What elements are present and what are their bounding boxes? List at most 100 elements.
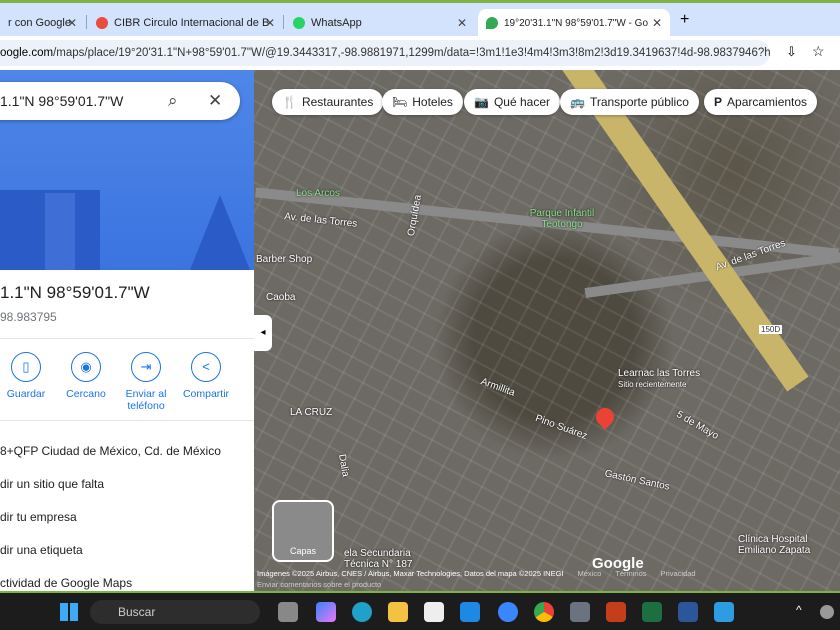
layers-button[interactable]: Capas [272, 500, 334, 562]
camera-icon: 📷 [474, 95, 489, 109]
map-label: Pino Suárez [533, 413, 589, 442]
plus-code-row[interactable]: 8+QFP Ciudad de México, Cd. de México [0, 444, 221, 458]
tab-label: 19°20'31.1"N 98°59'01.7"W - Go [504, 17, 648, 29]
restaurant-icon: 🍴 [282, 95, 297, 109]
address-bar: oogle.com/maps/place/19°20'31.1"N+98°59'… [0, 36, 840, 70]
add-missing-place-row[interactable]: dir un sitio que falta [0, 477, 104, 491]
map-attribution: Imágenes ©2025 Airbus, CNES / Airbus, Ma… [254, 569, 840, 578]
chip-parking[interactable]: P Aparcamientos [704, 89, 818, 115]
map-label: Orquídea [405, 194, 424, 237]
calculator-icon[interactable] [570, 602, 590, 622]
edge-icon[interactable] [352, 602, 372, 622]
maps-activity-row[interactable]: ctividad de Google Maps [0, 576, 132, 590]
search-input[interactable]: 1.1"N 98°59'01.7"W [0, 93, 123, 109]
install-icon[interactable]: ⇩ [786, 44, 797, 60]
parking-icon: P [714, 95, 723, 109]
cibr-icon [96, 17, 108, 29]
map-label: Dalia [336, 453, 351, 478]
powerpoint-icon[interactable] [606, 602, 626, 622]
add-label-row[interactable]: dir una etiqueta [0, 543, 83, 557]
chip-label: Transporte público [589, 95, 689, 109]
map-label[interactable]: ela Secundaria Técnica N° 187 [344, 548, 414, 570]
word-icon[interactable] [678, 602, 698, 622]
nearby-icon: ◉ [71, 352, 101, 382]
photos-icon[interactable] [714, 602, 734, 622]
chrome-icon[interactable] [534, 602, 554, 622]
url-path: /maps/place/19°20'31.1"N+98°59'01.7"W/@1… [53, 47, 770, 59]
terms-link[interactable]: Términos [615, 569, 646, 578]
chevron-up-icon[interactable]: ^ [796, 603, 802, 617]
satellite-map[interactable]: 🍴 Restaurantes 🛏 Hoteles 📷 Qué hacer 🚌 Trans… [254, 70, 840, 591]
close-icon[interactable]: ✕ [652, 16, 662, 30]
taskbar-search[interactable]: Buscar [90, 600, 260, 624]
highway-shield: 150D [759, 325, 783, 334]
tab-cibr[interactable]: CIBR Circulo Internacional de B ✕ [88, 9, 283, 37]
chip-things-to-do[interactable]: 📷 Qué hacer [464, 89, 560, 115]
excel-icon[interactable] [642, 602, 662, 622]
whatsapp-icon [293, 17, 305, 29]
close-icon[interactable]: ✕ [208, 82, 222, 120]
tab-label: CIBR Circulo Internacional de B [114, 17, 270, 29]
action-label: Cercano [66, 388, 106, 400]
map-label[interactable]: Barber Shop [256, 254, 312, 265]
new-tab-button[interactable]: + [680, 11, 689, 29]
maps-icon [486, 17, 498, 29]
close-icon[interactable]: ✕ [457, 16, 467, 30]
attribution-text: Imágenes ©2025 Airbus, CNES / Airbus, Ma… [257, 569, 564, 578]
feedback-link[interactable]: Enviar comentarios sobre el producto [257, 580, 381, 589]
copilot-icon[interactable] [316, 602, 336, 622]
tab-label: r con Google [8, 17, 71, 29]
send-to-phone-button[interactable]: ⇥ Enviar al teléfono [116, 352, 176, 412]
collapse-panel-button[interactable]: ◂ [254, 315, 272, 351]
share-icon: < [191, 352, 221, 382]
map-label[interactable]: Los Arcos [296, 188, 340, 199]
tab-maps[interactable]: 19°20'31.1"N 98°59'01.7"W - Go ✕ [478, 9, 670, 37]
location-pin-icon[interactable] [592, 404, 618, 430]
send-to-phone-icon: ⇥ [131, 352, 161, 382]
tab-label: WhatsApp [311, 17, 362, 29]
bookmark-icon: ▯ [11, 352, 41, 382]
chip-hotels[interactable]: 🛏 Hoteles [382, 89, 463, 115]
action-label: Enviar al teléfono [125, 388, 167, 412]
chip-label: Restaurantes [301, 95, 374, 109]
bus-icon: 🚌 [570, 95, 585, 109]
map-label: Gastón Santos [603, 468, 671, 493]
chip-transit[interactable]: 🚌 Transporte público [560, 89, 699, 115]
map-label: Av. de las Torres [283, 211, 358, 230]
taskbar-search-label: Buscar [118, 605, 156, 619]
action-label: Compartir [182, 388, 230, 400]
tab-bar: r con Google ✕ CIBR Circulo Internacional… [0, 0, 840, 37]
star-icon[interactable]: ☆ [812, 43, 825, 60]
store-icon[interactable] [424, 602, 444, 622]
file-explorer-icon[interactable] [388, 602, 408, 622]
map-label: 5 de Mayo [674, 409, 721, 442]
chip-restaurants[interactable]: 🍴 Restaurantes [272, 89, 384, 115]
tab-google[interactable]: r con Google ✕ [0, 9, 85, 37]
map-label[interactable]: Clínica Hospital Emiliano Zapata [738, 534, 838, 556]
map-label[interactable]: Learnac las Torres [618, 368, 700, 379]
nearby-button[interactable]: ◉ Cercano [56, 352, 116, 400]
url-input[interactable]: oogle.com/maps/place/19°20'31.1"N+98°59'… [0, 40, 770, 66]
search-icon[interactable]: ⌕ [168, 82, 178, 120]
map-label[interactable]: Parque Infantil Teotongo [522, 208, 602, 230]
layers-label: Capas [289, 546, 316, 556]
country-link[interactable]: México [578, 569, 602, 578]
privacy-link[interactable]: Privacidad [661, 569, 696, 578]
tab-whatsapp[interactable]: WhatsApp ✕ [285, 9, 475, 37]
network-icon[interactable] [820, 605, 834, 619]
task-view-icon[interactable] [278, 602, 298, 622]
hotel-icon: 🛏 [392, 95, 408, 109]
search-box[interactable]: 1.1"N 98°59'01.7"W ⌕ ✕ [0, 82, 240, 120]
map-label: Sitio recientemente [618, 380, 687, 389]
help-icon[interactable] [498, 602, 518, 622]
share-button[interactable]: < Compartir [176, 352, 236, 400]
close-icon[interactable]: ✕ [265, 16, 275, 30]
action-label: Guardar [6, 388, 46, 400]
windows-start-icon[interactable] [60, 603, 78, 621]
place-title: 1.1"N 98°59'01.7"W [0, 283, 150, 302]
app-icon[interactable] [460, 602, 480, 622]
chip-label: Hoteles [412, 95, 453, 109]
close-icon[interactable]: ✕ [67, 16, 77, 30]
save-button[interactable]: ▯ Guardar [0, 352, 56, 400]
add-business-row[interactable]: dir tu empresa [0, 510, 77, 524]
